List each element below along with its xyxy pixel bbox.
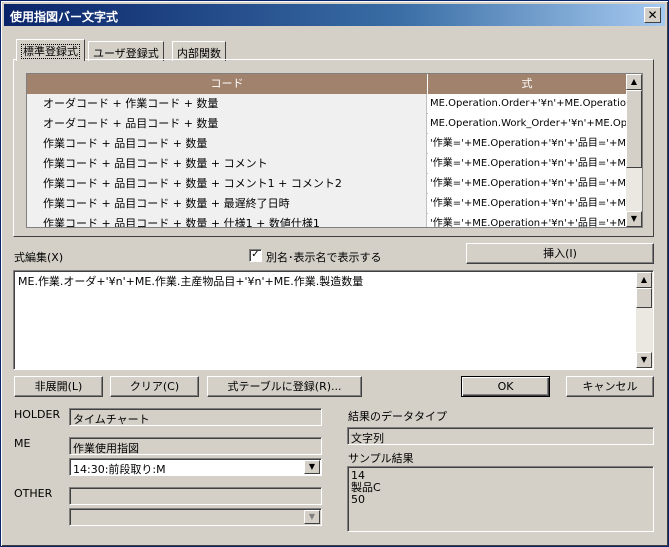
chevron-down-icon[interactable]: ▼ — [304, 510, 320, 524]
grid-scroll-thumb[interactable] — [626, 90, 642, 168]
row-code: オーダコード + 品目コード + 数量 — [27, 114, 427, 134]
row-expression: ME.Operation.Work_Order+'¥n'+ME.Ope — [428, 114, 627, 134]
me-label: ME — [14, 437, 31, 450]
chevron-down-icon[interactable]: ▼ — [304, 460, 320, 474]
row-code: 作業コード + 品目コード + 数量 + 最遅終了日時 — [27, 194, 427, 214]
me-combo-value: 14:30:前段取り:M — [73, 463, 166, 476]
me-combo[interactable]: 14:30:前段取り:M ▼ — [69, 458, 322, 476]
row-expression: '作業='+ME.Operation+'¥n'+'品目='+ME. — [428, 174, 627, 194]
other-combo[interactable]: ▼ — [69, 508, 322, 526]
grid-header-code[interactable]: コード — [27, 74, 428, 94]
row-code: 作業コード + 品目コード + 数量 + コメント1 + コメント2 — [27, 174, 427, 194]
row-expression: '作業='+ME.Operation+'¥n'+'品目='+ME. — [428, 154, 627, 174]
grid-header: コード 式 — [27, 74, 642, 94]
alias-checkbox-label[interactable]: 別名･表示名で表示する — [266, 249, 382, 265]
expression-grid: コード 式 オーダコード + 作業コード + 数量 ME.Operation.Or… — [26, 73, 643, 228]
row-code: オーダコード + 作業コード + 数量 — [27, 94, 427, 114]
sample-result-field: 14 製品C 50 — [347, 466, 654, 532]
row-expression: '作業='+ME.Operation+'¥n'+'品目='+ME. — [428, 214, 627, 227]
table-row[interactable]: オーダコード + 作業コード + 数量 ME.Operation.Order+'¥… — [27, 94, 627, 114]
sample-line: 製品C — [351, 481, 381, 494]
table-row[interactable]: 作業コード + 品目コード + 数量 '作業='+ME.Operation+'¥n… — [27, 134, 627, 154]
window-title: 使用指図バー文字式 — [10, 10, 119, 24]
grid-scrollbar[interactable]: ▲ ▼ — [626, 74, 642, 227]
tab-user[interactable]: ユーザ登録式 — [88, 41, 164, 61]
scroll-up-icon[interactable]: ▲ — [636, 272, 652, 288]
row-code: 作業コード + 品目コード + 数量 + 仕様1 + 数値仕様1 — [27, 214, 427, 227]
cancel-button[interactable]: キャンセル — [566, 376, 654, 397]
editor-scroll-thumb[interactable] — [636, 288, 652, 308]
scroll-down-icon[interactable]: ▼ — [626, 211, 642, 227]
sample-line: 50 — [351, 493, 365, 506]
holder-label: HOLDER — [14, 408, 61, 421]
row-expression: ME.Operation.Order+'¥n'+ME.Operation. — [428, 94, 627, 114]
editor-scrollbar[interactable]: ▲ ▼ — [636, 272, 653, 368]
close-button[interactable]: ✕ — [644, 7, 661, 23]
row-expression: '作業='+ME.Operation+'¥n'+'品目='+ME. — [428, 134, 627, 154]
result-type-label: 結果のデータタイプ — [348, 410, 447, 423]
insert-button[interactable]: 挿入(I) — [466, 243, 654, 264]
row-code: 作業コード + 品目コード + 数量 — [27, 134, 427, 154]
scroll-down-icon[interactable]: ▼ — [636, 352, 652, 368]
row-code: 作業コード + 品目コード + 数量 + コメント — [27, 154, 427, 174]
sample-result-label: サンプル結果 — [348, 452, 414, 465]
alias-checkbox[interactable]: ✓ — [249, 249, 262, 262]
ok-button[interactable]: OK — [461, 376, 550, 397]
sample-line: 14 — [351, 469, 365, 482]
expression-editor[interactable]: ME.作業.オーダ+'¥n'+ME.作業.主産物品目+'¥n'+ME.作業.製造… — [13, 270, 654, 370]
other-field — [69, 487, 322, 505]
table-row[interactable]: 作業コード + 品目コード + 数量 + 最遅終了日時 '作業='+ME.Oper… — [27, 194, 627, 214]
register-button[interactable]: 式テーブルに登録(R)... — [207, 376, 362, 397]
table-row[interactable]: 作業コード + 品目コード + 数量 + 仕様1 + 数値仕様1 '作業='+ME… — [27, 214, 627, 227]
table-row[interactable]: オーダコード + 品目コード + 数量 ME.Operation.Work_Ord… — [27, 114, 627, 134]
title-bar: 使用指図バー文字式 ✕ — [4, 4, 665, 26]
other-label: OTHER — [14, 487, 53, 500]
result-type-field: 文字列 — [347, 427, 654, 445]
row-expression: '作業='+ME.Operation+'¥n'+'品目='+ME. — [428, 194, 627, 214]
holder-field: タイムチャート — [69, 408, 322, 426]
tab-internal-functions[interactable]: 内部関数 — [172, 41, 226, 61]
me-field: 作業使用指図 — [69, 437, 322, 455]
grid-header-expression[interactable]: 式 — [428, 74, 627, 94]
expression-edit-label: 式編集(X) — [14, 251, 64, 264]
collapse-button[interactable]: 非展開(L) — [14, 376, 103, 397]
table-row[interactable]: 作業コード + 品目コード + 数量 + コメント1 + コメント2 '作業='+… — [27, 174, 627, 194]
scroll-up-icon[interactable]: ▲ — [626, 74, 642, 90]
clear-button[interactable]: クリア(C) — [110, 376, 199, 397]
expression-text: ME.作業.オーダ+'¥n'+ME.作業.主産物品目+'¥n'+ME.作業.製造… — [18, 275, 364, 288]
tab-standard[interactable]: 標準登録式 — [16, 39, 85, 61]
table-row[interactable]: 作業コード + 品目コード + 数量 + コメント '作業='+ME.Operat… — [27, 154, 627, 174]
tab-standard-label: 標準登録式 — [21, 44, 80, 59]
